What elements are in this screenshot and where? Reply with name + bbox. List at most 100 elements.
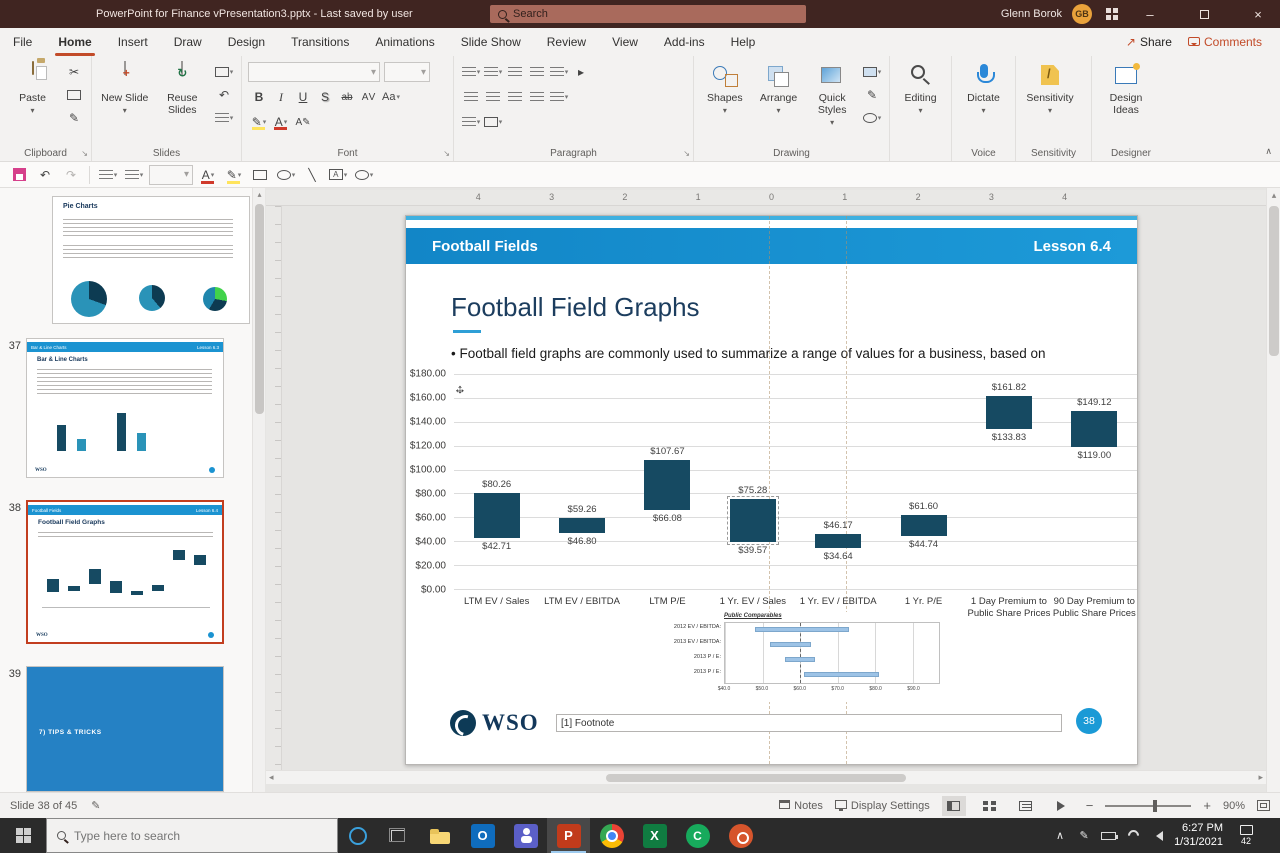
save-button[interactable] — [8, 164, 30, 186]
scroll-left-icon[interactable]: ◂ — [269, 772, 274, 783]
share-button[interactable]: ↗ Share — [1126, 35, 1172, 49]
pen-icon[interactable]: ✎ — [1077, 829, 1091, 842]
undo-button[interactable]: ↶ — [34, 164, 56, 186]
slide-sorter-view-button[interactable] — [978, 796, 1002, 816]
format-painter-button[interactable]: ✎ — [63, 108, 85, 128]
clear-formatting-button[interactable]: A ✎ — [292, 112, 314, 132]
new-slide-button[interactable]: New Slide▾ — [98, 61, 152, 115]
editing-button[interactable]: Editing ▾ — [896, 62, 945, 115]
italic-button[interactable]: I — [270, 87, 292, 107]
zoom-out-button[interactable]: − — [1086, 798, 1094, 813]
text-direction-button[interactable]: ▸ — [570, 62, 592, 82]
tab-home[interactable]: Home — [45, 28, 104, 56]
action-center-button[interactable]: 42 — [1233, 818, 1259, 853]
scrollbar-thumb[interactable] — [606, 774, 906, 782]
decrease-indent-button[interactable] — [504, 62, 526, 82]
layout-button[interactable]: ▾ — [213, 62, 235, 82]
tab-view[interactable]: View — [599, 28, 651, 56]
chevron-up-icon[interactable]: ∧ — [1053, 829, 1067, 842]
reading-view-button[interactable] — [1014, 796, 1038, 816]
oval-tool-button[interactable]: ▾ — [353, 164, 375, 186]
chrome-taskbar-button[interactable] — [590, 818, 633, 853]
volume-icon[interactable] — [1150, 830, 1164, 841]
zoom-slider-thumb[interactable] — [1152, 799, 1157, 812]
footnote-text-box[interactable]: [1] Footnote — [556, 714, 1062, 732]
display-settings-button[interactable]: Display Settings — [834, 799, 930, 812]
underline-button[interactable]: U — [292, 87, 314, 107]
range-bar[interactable] — [644, 460, 691, 511]
fit-to-window-button[interactable] — [1257, 800, 1270, 811]
slideshow-button[interactable] — [1050, 796, 1074, 816]
clipboard-dialog-launcher[interactable]: ↘ — [81, 149, 88, 158]
outlook-taskbar-button[interactable] — [461, 818, 504, 853]
scrollbar-thumb[interactable] — [1269, 206, 1279, 356]
copy-button[interactable] — [63, 85, 85, 105]
close-button[interactable]: × — [1236, 0, 1280, 28]
paste-button[interactable]: Paste ▾ — [6, 61, 59, 115]
numbering-button[interactable]: ▾ — [482, 62, 504, 82]
football-field-chart[interactable]: $80.26 $42.71 $59.26 $46.80 $107.67 $66.08 $75… — [454, 374, 1137, 590]
slide-bullet-text[interactable]: Football field graphs are commonly used … — [451, 346, 1101, 361]
slide-title[interactable]: Football Field Graphs — [451, 292, 700, 323]
collapse-ribbon-button[interactable]: ∧ — [1265, 146, 1272, 157]
taskbar-search-input[interactable] — [74, 828, 304, 843]
arrange-button[interactable]: Arrange ▾ — [754, 62, 804, 115]
bold-button[interactable]: B — [248, 87, 270, 107]
align-text-button[interactable]: ▾ — [460, 112, 482, 132]
line-spacing-button[interactable]: ▾ — [548, 62, 570, 82]
shape-fill-button[interactable]: ▾ — [861, 62, 883, 82]
vertical-scrollbar[interactable]: ▴ — [1266, 188, 1280, 792]
strikethrough-button[interactable]: ab — [336, 87, 358, 107]
thumbnail-slide-39[interactable]: 7) TIPS & TRICKS — [26, 666, 224, 792]
cortana-button[interactable] — [338, 818, 378, 853]
highlight-color-button[interactable]: ✎ ▾ — [248, 112, 270, 132]
horizontal-ruler[interactable]: 4 3 2 1 0 1 2 3 4 — [266, 190, 1266, 206]
battery-icon[interactable] — [1101, 831, 1119, 840]
align-right-button[interactable] — [504, 87, 526, 107]
range-bar[interactable] — [985, 395, 1032, 430]
zoom-slider[interactable] — [1105, 799, 1192, 812]
increase-indent-button[interactable] — [526, 62, 548, 82]
horizontal-scrollbar[interactable]: ◂ ▸ — [266, 770, 1266, 784]
task-view-button[interactable] — [378, 818, 418, 853]
change-case-button[interactable]: Aa ▾ — [380, 87, 402, 107]
reuse-slides-button[interactable]: Reuse Slides — [156, 61, 210, 116]
taskbar-clock[interactable]: 6:27 PM 1/31/2021 — [1174, 822, 1223, 850]
tab-draw[interactable]: Draw — [161, 28, 215, 56]
shape-effects-button[interactable]: ▾ — [861, 108, 883, 128]
ribbon-display-options-icon[interactable] — [1106, 8, 1118, 20]
redo-button[interactable]: ↷ — [60, 164, 82, 186]
numbering-quick-button[interactable]: ▾ — [123, 164, 145, 186]
scrollbar-thumb[interactable] — [255, 204, 264, 414]
zoom-in-button[interactable]: + — [1203, 798, 1211, 813]
range-bar[interactable] — [815, 533, 862, 548]
font-color-quick-button[interactable]: A ▾ — [197, 164, 219, 186]
slide-canvas[interactable]: Football Fields Lesson 6.4 Football Fiel… — [405, 215, 1138, 765]
bullets-quick-button[interactable]: ▾ — [97, 164, 119, 186]
notes-button[interactable]: Notes — [779, 799, 823, 812]
thumbnail-slide-38-selected[interactable]: Football Fields Lesson 6.4 Football Field… — [26, 500, 224, 644]
reset-button[interactable]: ↶ — [213, 85, 235, 105]
convert-smartart-button[interactable]: ▾ — [482, 112, 504, 132]
tab-help[interactable]: Help — [718, 28, 769, 56]
scroll-right-icon[interactable]: ▸ — [1258, 772, 1263, 783]
shapes-tool-button[interactable]: ▾ — [275, 164, 297, 186]
tab-file[interactable]: File — [0, 28, 45, 56]
tab-design[interactable]: Design — [215, 28, 278, 56]
text-shadow-button[interactable]: S — [314, 87, 336, 107]
font-dialog-launcher[interactable]: ↘ — [443, 149, 450, 158]
tab-slide-show[interactable]: Slide Show — [448, 28, 534, 56]
range-bar[interactable] — [559, 518, 606, 534]
powerpoint-taskbar-button[interactable] — [547, 818, 590, 853]
font-color-button[interactable]: A ▾ — [270, 112, 292, 132]
excel-taskbar-button[interactable] — [633, 818, 676, 853]
range-bar[interactable] — [1071, 410, 1118, 447]
wifi-icon[interactable] — [1125, 827, 1141, 844]
dictate-button[interactable]: Dictate ▾ — [958, 62, 1009, 115]
thumbnail-scrollbar[interactable]: ▴ — [252, 188, 265, 792]
rectangle-tool-button[interactable] — [249, 164, 271, 186]
align-left-button[interactable] — [460, 87, 482, 107]
shape-outline-button[interactable]: ✎ — [861, 85, 883, 105]
public-comparables-image[interactable]: Public Comparables 2012 EV / EBITDA: 2013… — [656, 612, 952, 702]
paragraph-dialog-launcher[interactable]: ↘ — [683, 149, 690, 158]
